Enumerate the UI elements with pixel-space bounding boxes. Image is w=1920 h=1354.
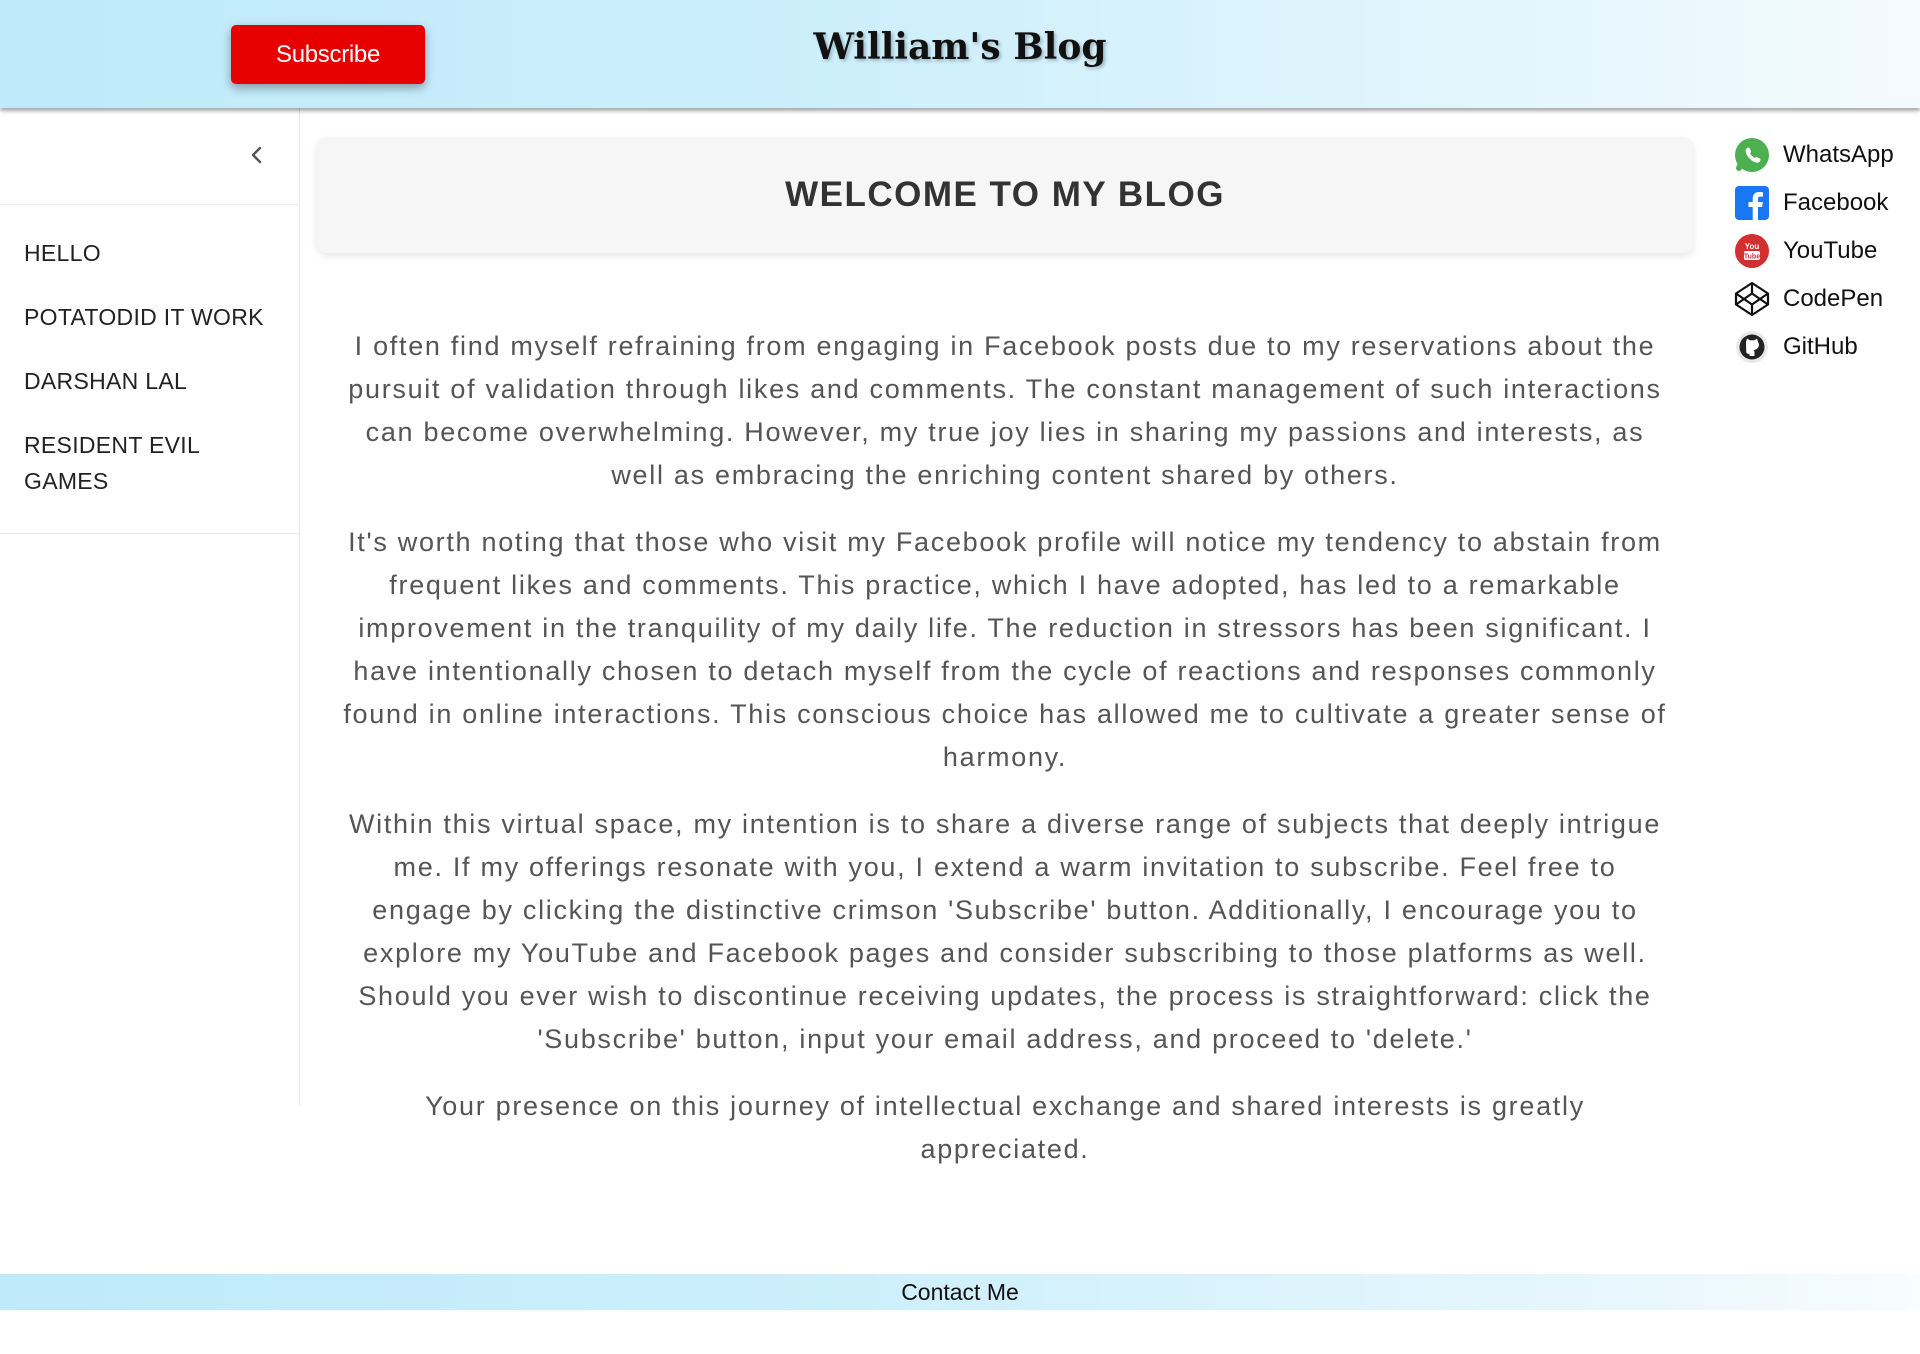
sidebar-item-potatodid-it-work[interactable]: POTATODID IT WORK <box>0 285 299 349</box>
site-title: William's Blog <box>813 26 1107 68</box>
sidebar-item-darshan-lal[interactable]: DARSHAN LAL <box>0 349 299 413</box>
svg-text:You: You <box>1745 242 1760 251</box>
sidebar-collapse-row <box>0 108 299 205</box>
paragraph: I often find myself refraining from enga… <box>348 331 1662 490</box>
sidebar-nav: HELLO POTATODID IT WORK DARSHAN LAL RESI… <box>0 205 299 534</box>
page: Subscribe William's Blog HELLO POTATODID… <box>0 0 1920 1354</box>
youtube-icon: You Tube <box>1733 232 1771 270</box>
github-icon <box>1733 328 1771 366</box>
social-label: CodePen <box>1783 285 1884 312</box>
sidebar: HELLO POTATODID IT WORK DARSHAN LAL RESI… <box>0 108 300 1105</box>
page-heading: WELCOME TO MY BLOG <box>785 175 1225 214</box>
welcome-card: WELCOME TO MY BLOG <box>317 137 1693 253</box>
social-links: WhatsApp Facebook You Tube YouTube CodeP… <box>1733 131 1920 371</box>
paragraph: Your presence on this journey of intelle… <box>425 1091 1585 1164</box>
social-link-codepen[interactable]: CodePen <box>1733 275 1920 323</box>
social-label: YouTube <box>1783 237 1878 264</box>
social-label: Facebook <box>1783 189 1889 216</box>
whatsapp-icon <box>1733 136 1771 174</box>
sidebar-item-resident-evil-games[interactable]: RESIDENT EVIL GAMES <box>0 413 248 513</box>
social-link-github[interactable]: GitHub <box>1733 323 1920 371</box>
paragraph: It's worth noting that those who visit m… <box>343 527 1667 772</box>
social-link-facebook[interactable]: Facebook <box>1733 179 1920 227</box>
header: Subscribe William's Blog <box>0 0 1920 108</box>
codepen-icon <box>1733 280 1771 318</box>
blog-content: I often find myself refraining from enga… <box>340 325 1670 1195</box>
social-label: GitHub <box>1783 333 1858 360</box>
social-label: WhatsApp <box>1783 141 1894 168</box>
sidebar-item-hello[interactable]: HELLO <box>0 221 299 285</box>
social-link-youtube[interactable]: You Tube YouTube <box>1733 227 1920 275</box>
contact-me-link[interactable]: Contact Me <box>901 1279 1019 1306</box>
paragraph: Within this virtual space, my intention … <box>348 809 1662 1054</box>
facebook-icon <box>1733 184 1771 222</box>
social-link-whatsapp[interactable]: WhatsApp <box>1733 131 1920 179</box>
svg-text:Tube: Tube <box>1744 254 1760 261</box>
chevron-left-icon[interactable] <box>247 145 267 165</box>
footer-contact[interactable]: Contact Me <box>0 1274 1920 1310</box>
